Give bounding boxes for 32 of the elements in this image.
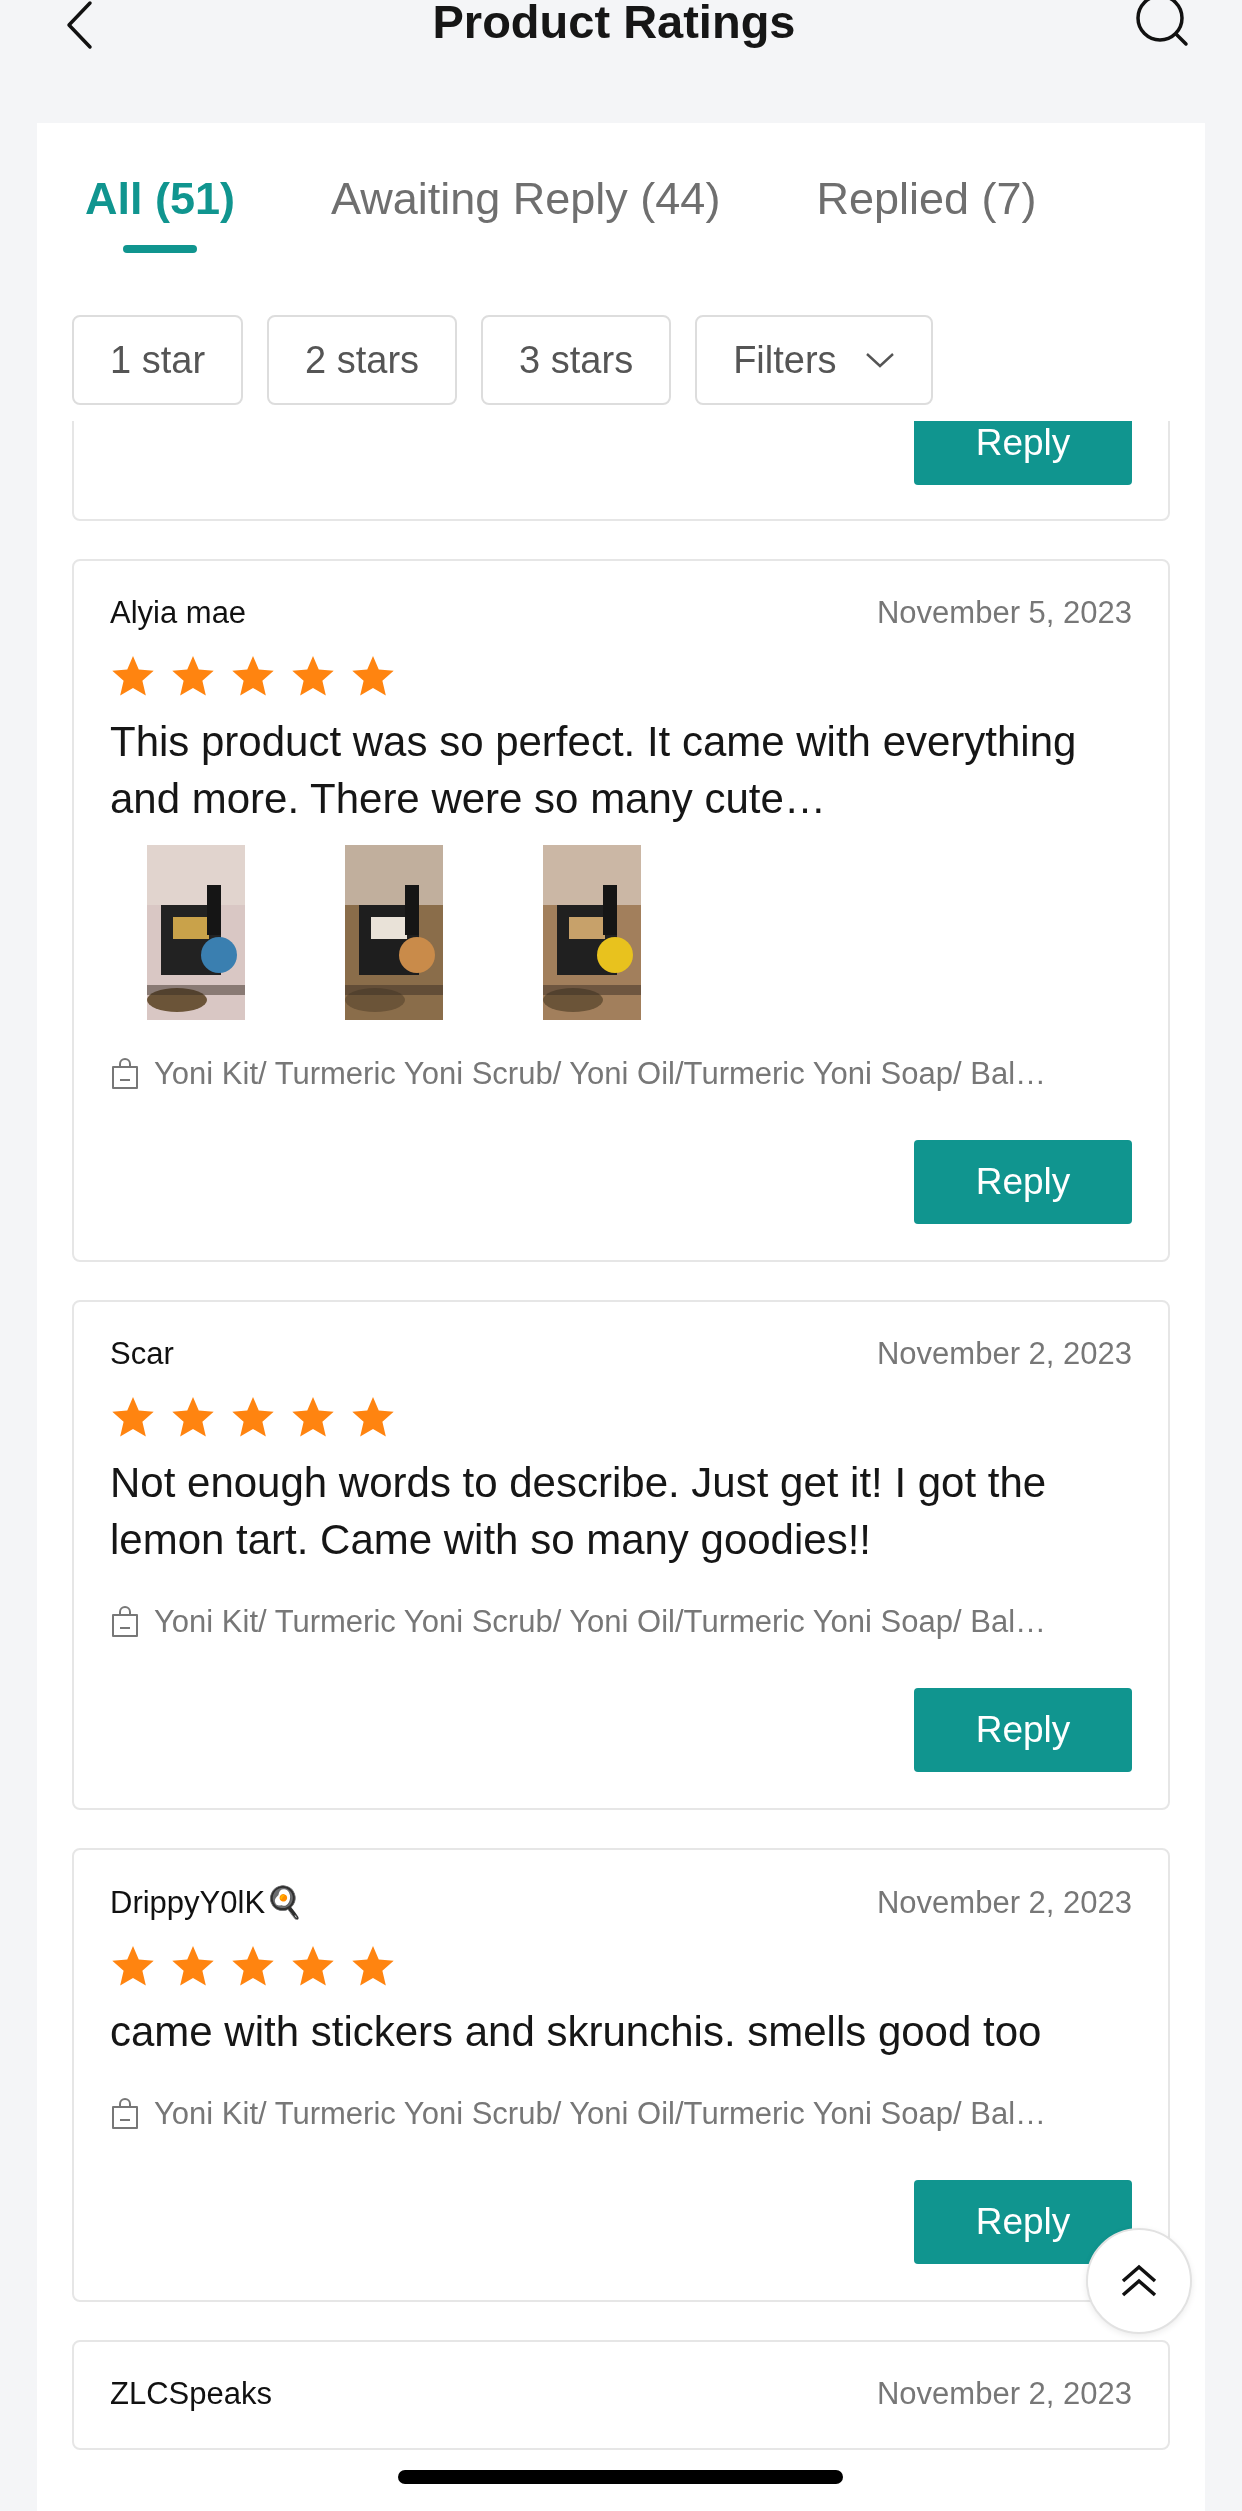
review-date: November 2, 2023 bbox=[876, 2376, 1132, 2412]
shopping-bag-icon bbox=[110, 1058, 140, 1090]
product-name: Yoni Kit/ Turmeric Yoni Scrub/ Yoni Oil/Turmeric Yoni Soap/ Bal… bbox=[154, 1056, 1047, 1092]
reply-button[interactable]: Reply bbox=[914, 421, 1132, 485]
review-text: This product was so perfect. It came with everything and more. There were so many cute… bbox=[110, 717, 1078, 824]
filter-chip[interactable]: 3 stars bbox=[481, 315, 672, 405]
reply-button[interactable]: Reply bbox=[914, 1688, 1132, 1772]
reviewer-name: Scar bbox=[110, 1336, 174, 1372]
shopping-bag-icon bbox=[110, 1606, 140, 1638]
back-icon[interactable] bbox=[64, 0, 94, 50]
tab[interactable]: Replied (7) bbox=[816, 173, 1037, 263]
product-name: Yoni Kit/ Turmeric Yoni Scrub/ Yoni Oil/Turmeric Yoni Soap/ Bal… bbox=[154, 1604, 1047, 1640]
reply-button[interactable]: Reply bbox=[914, 1140, 1132, 1224]
reviewer-name: Alyia mae bbox=[110, 595, 247, 631]
reply-button[interactable]: Reply bbox=[914, 2180, 1132, 2264]
caret-icon bbox=[864, 352, 895, 368]
filter-chip[interactable]: 2 stars bbox=[267, 315, 458, 405]
reviewer-name: ZLCSpeaks bbox=[110, 2376, 272, 2412]
tab[interactable]: Awaiting Reply (44) bbox=[331, 173, 721, 263]
review-text: Not enough words to describe. Just get it! I got the lemon tart. Came with so many goodies!! bbox=[110, 1458, 1048, 1565]
double-chevron-up-icon bbox=[1119, 2263, 1159, 2299]
shopping-bag-icon bbox=[110, 2098, 140, 2130]
review-date: November 2, 2023 bbox=[876, 1336, 1132, 1372]
review-date: November 2, 2023 bbox=[876, 1885, 1132, 1921]
reviewer-name: DrippyY0lK🍳 bbox=[110, 1884, 305, 1921]
filters-dropdown[interactable]: Filters bbox=[695, 315, 933, 405]
filter-chip[interactable]: 1 star bbox=[72, 315, 244, 405]
product-name: Yoni Kit/ Turmeric Yoni Scrub/ Yoni Oil/Turmeric Yoni Soap/ Bal… bbox=[154, 2096, 1047, 2132]
review-text: came with stickers and skrunchis. smells good too bbox=[110, 2007, 1043, 2057]
tab[interactable]: All (51) bbox=[85, 173, 236, 263]
page-title: Product Ratings bbox=[432, 0, 796, 48]
review-date: November 5, 2023 bbox=[876, 595, 1132, 631]
